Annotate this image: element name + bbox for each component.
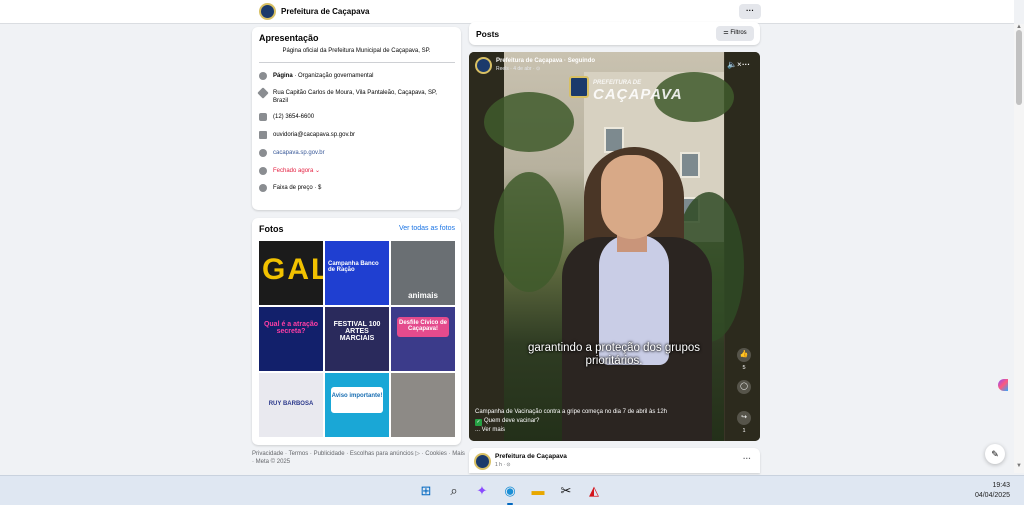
photo-thumbnail[interactable] (391, 373, 455, 437)
share-icon[interactable]: ↪ (737, 411, 751, 425)
speaker-face (601, 155, 663, 239)
location-pin-icon (257, 87, 269, 99)
intro-card: Apresentação Página oficial da Prefeitur… (252, 27, 461, 210)
photo-thumbnail[interactable]: Aviso importante! (325, 373, 389, 437)
like-count: 5 (742, 365, 746, 371)
photo-thumbnail[interactable]: Campanha Banco de Ração (325, 241, 389, 305)
reel-description: Campanha de Vacinação contra a gripe com… (475, 408, 695, 435)
reel-meta: Reels · 4 de abr · ⊙ (496, 66, 541, 72)
video-caption: garantindo a proteção dos grupos priorit… (528, 342, 700, 367)
acrobat-icon[interactable]: ◭ (586, 483, 602, 499)
mute-icon[interactable]: 🔈× (727, 60, 742, 69)
photo-thumbnail[interactable]: GALA (259, 241, 323, 305)
phone-icon (259, 113, 267, 121)
reel-author[interactable]: Prefeitura de Caçapava · Seguindo (496, 58, 595, 64)
copilot-icon[interactable]: ✦ (474, 483, 490, 499)
next-post-card: Prefeitura de Caçapava 1 h · ⊙ ··· (469, 448, 760, 473)
see-more-link[interactable]: ... Ver mais (475, 426, 695, 435)
file-explorer-icon[interactable]: ▬ (530, 483, 546, 499)
chevron-down-icon: ⌄ (315, 168, 321, 174)
search-icon[interactable]: ⌕ (446, 483, 462, 499)
windows-start-icon[interactable]: ⊞ (418, 483, 434, 499)
page-header-bar: Prefeitura de Caçapava ··· (0, 0, 1014, 24)
compose-icon[interactable]: ✎ (985, 444, 1005, 464)
photo-thumbnail[interactable]: animais (391, 241, 455, 305)
intro-title: Apresentação (259, 33, 319, 43)
price-icon (259, 184, 267, 192)
system-clock[interactable]: 19:43 04/04/2025 (965, 481, 1010, 501)
capcut-icon[interactable]: ✂ (558, 483, 574, 499)
reel-more-icon[interactable]: ··· (742, 60, 750, 69)
filters-button[interactable]: ⚌ Filtros (716, 26, 754, 41)
see-all-photos-link[interactable]: Ver todas as fotos (399, 225, 455, 232)
scroll-down-icon[interactable]: ▼ (1015, 463, 1023, 471)
page-avatar[interactable] (259, 3, 276, 20)
photos-title: Fotos (259, 224, 284, 234)
post-author-avatar[interactable] (474, 453, 491, 470)
reel-author-avatar[interactable] (475, 57, 492, 74)
divider (259, 62, 455, 63)
info-icon (259, 72, 267, 80)
photo-thumbnail[interactable]: Desfile Cívico de Caçapava! (391, 307, 455, 371)
windows-taskbar: ⊞ ⌕ ✦ ◉ ▬ ✂ ◭ 19:43 04/04/2025 (0, 475, 1024, 505)
video-frame[interactable] (484, 52, 744, 441)
checkmark-icon: ✓ (475, 419, 482, 426)
comment-icon[interactable]: ◯ (737, 380, 751, 394)
like-icon[interactable]: 👍 (737, 348, 751, 362)
city-logo (569, 76, 589, 98)
posts-title: Posts (476, 29, 500, 39)
clock-icon (259, 167, 267, 175)
post-author[interactable]: Prefeitura de Caçapava (495, 453, 567, 460)
post-more-icon[interactable]: ··· (743, 454, 751, 463)
post-time[interactable]: 1 h · ⊙ (495, 462, 511, 468)
photo-thumbnail[interactable]: FESTIVAL 100 ARTES MARCIAIS (325, 307, 389, 371)
posts-header: Posts ⚌ Filtros (469, 22, 760, 45)
page-name[interactable]: Prefeitura de Caçapava (281, 7, 370, 16)
copilot-sidebar-icon[interactable] (998, 379, 1008, 391)
footer-links[interactable]: Privacidade · Termos · Publicidade · Esc… (252, 450, 467, 466)
photo-thumbnail[interactable]: RUY BARBOSA (259, 373, 323, 437)
share-count: 1 (742, 428, 746, 434)
photo-grid: GALA Campanha Banco de Ração animais Qua… (259, 241, 455, 437)
scroll-thumb[interactable] (1016, 30, 1022, 105)
more-options-button[interactable]: ··· (739, 4, 761, 19)
photos-card: Fotos Ver todas as fotos GALA Campanha B… (252, 218, 461, 445)
photo-thumbnail[interactable]: Qual é a atração secreta? (259, 307, 323, 371)
reel-video-post[interactable]: PREFEITURA DE CAÇAPAVA Prefeitura de Caç… (469, 52, 760, 441)
globe-icon (259, 149, 267, 157)
page-scrollbar[interactable]: ▲ ▼ (1014, 24, 1024, 473)
intro-bio: Página oficial da Prefeitura Municipal d… (282, 48, 431, 54)
email-icon (259, 131, 267, 139)
edge-browser-icon[interactable]: ◉ (502, 483, 518, 499)
